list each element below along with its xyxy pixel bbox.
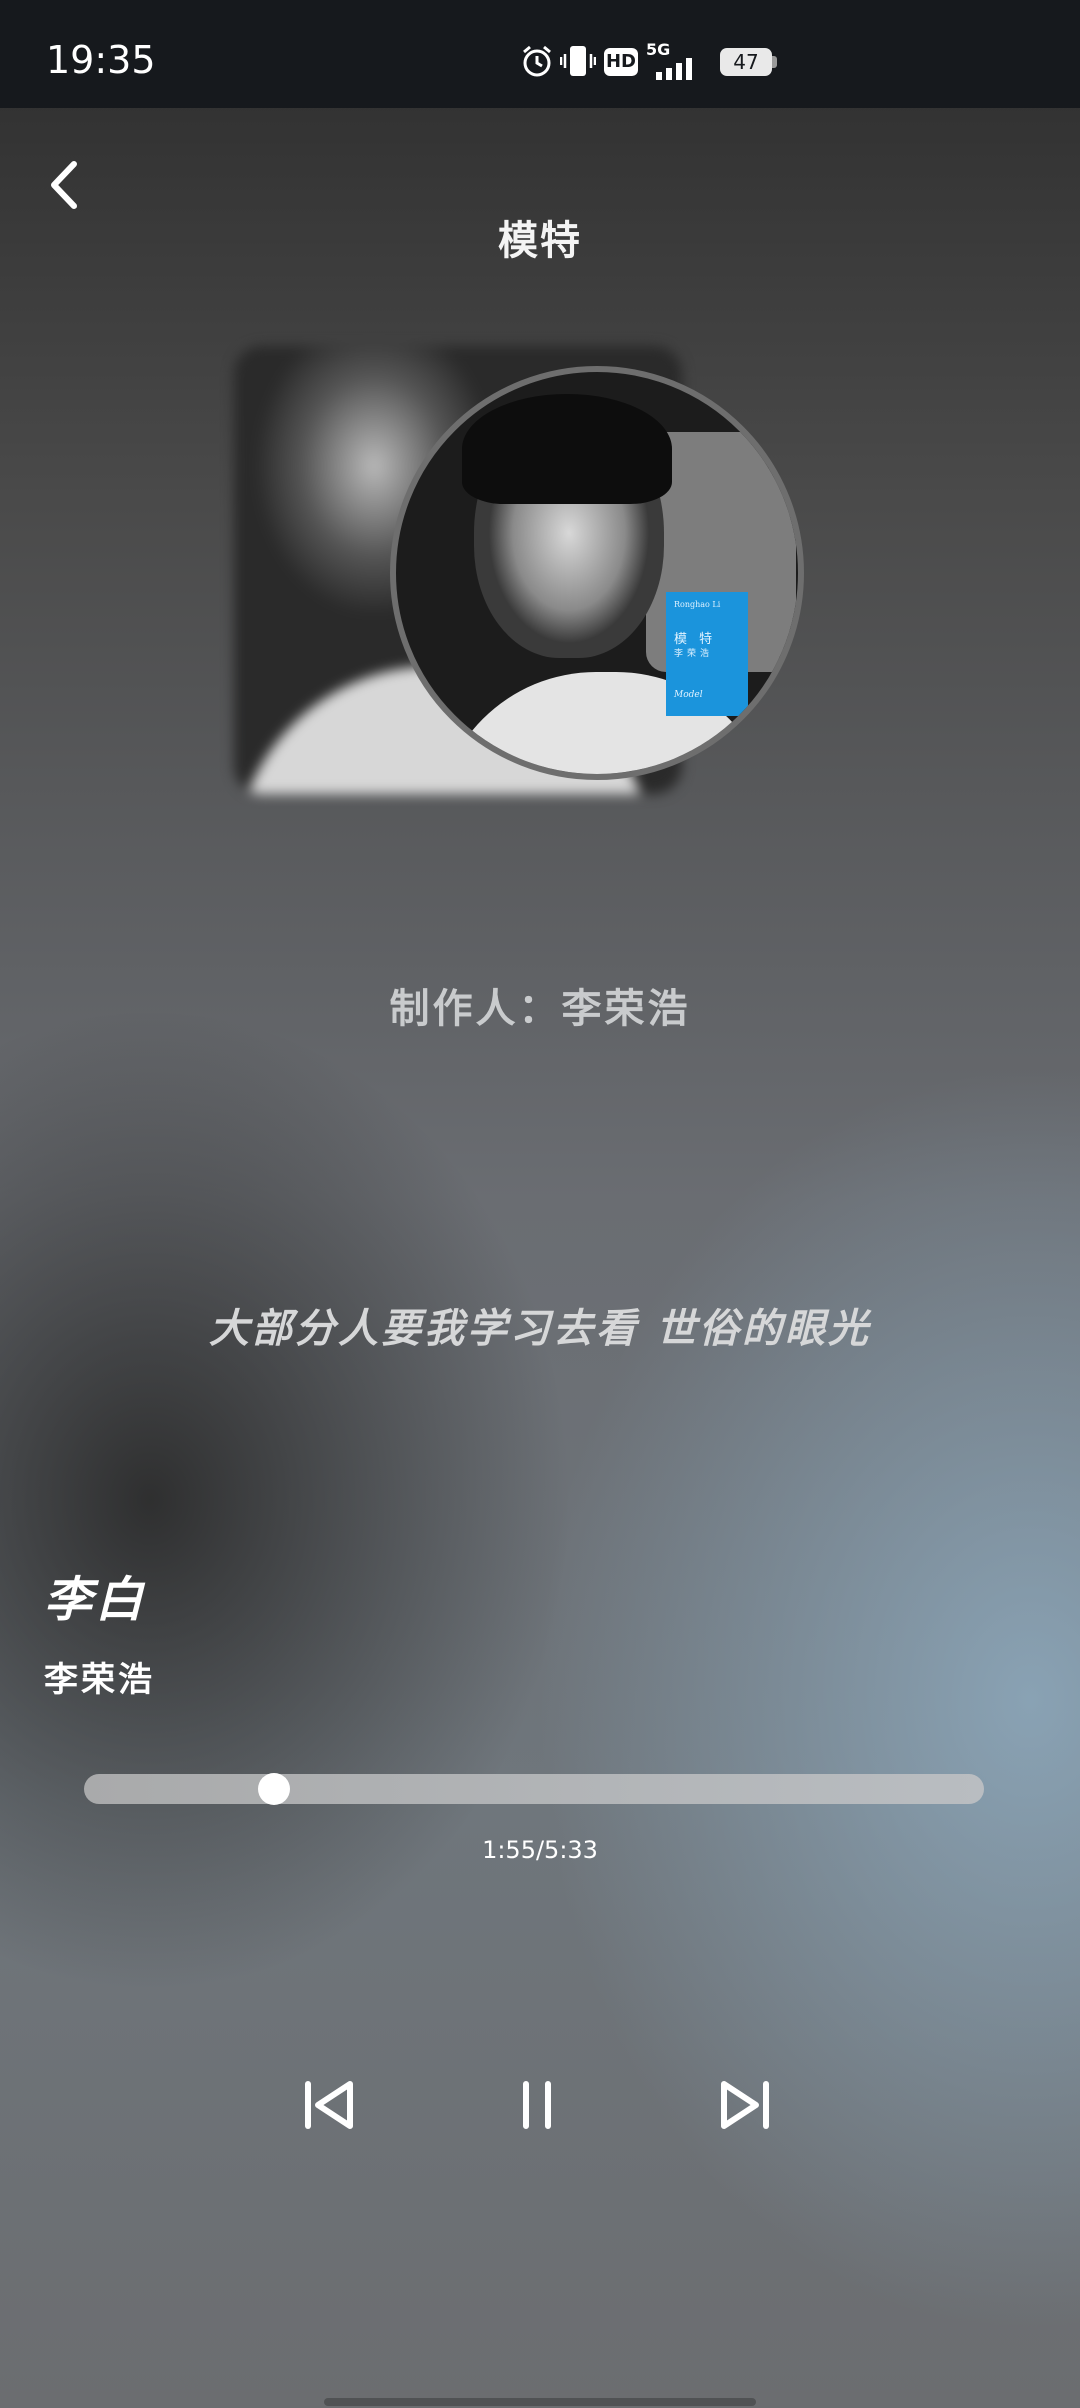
alarm-icon	[523, 45, 551, 77]
home-indicator[interactable]	[324, 2398, 756, 2406]
lyric-line-current: 大部分人要我学习去看 世俗的眼光	[209, 1306, 871, 1352]
progress-thumb[interactable]	[257, 1773, 290, 1805]
album-card: Ronghao Li 模 特 李荣浩 Model	[666, 592, 748, 716]
pause-button[interactable]	[502, 2070, 572, 2140]
album-card-text-4: Model	[674, 690, 703, 700]
battery-level: 47	[733, 50, 759, 74]
skip-previous-icon	[305, 2081, 353, 2129]
album-card-text-1: Ronghao Li	[674, 600, 721, 609]
skip-next-icon	[721, 2081, 769, 2129]
previous-button[interactable]	[294, 2070, 364, 2140]
page-title: 模特	[498, 218, 582, 264]
lyric-line-producer: 制作人：李荣浩	[389, 986, 691, 1032]
album-card-text-2: 模 特	[674, 632, 717, 647]
album-disc: Ronghao Li 模 特 李荣浩 Model	[390, 366, 804, 780]
next-button[interactable]	[710, 2070, 780, 2140]
progress-slider[interactable]	[84, 1773, 984, 1805]
vibrate-icon	[560, 46, 596, 76]
progress-time: 1:55/5:33	[482, 1836, 598, 1864]
artist-name: 李荣浩	[44, 1660, 155, 1700]
pause-icon	[523, 2081, 551, 2129]
song-title: 李白	[44, 1572, 147, 1628]
album-card-text-3: 李荣浩	[674, 649, 714, 659]
signal-icon: 5G	[646, 40, 696, 80]
status-time: 19:35	[46, 38, 156, 82]
hd-icon: HD	[604, 48, 638, 76]
status-bar: 19:35 HD 5G 47	[0, 0, 1080, 108]
battery-icon: 47	[720, 48, 778, 76]
